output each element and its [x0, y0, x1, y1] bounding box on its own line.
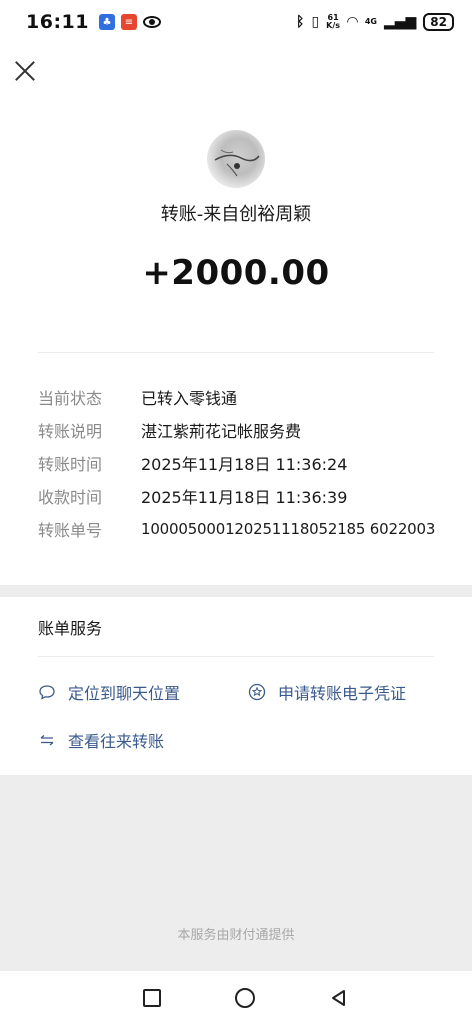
transfer-title: 转账-来自创裕周颖: [160, 204, 312, 225]
network-speed-unit: K/s: [326, 21, 341, 30]
apply-voucher-label: 申请转账电子凭证: [278, 684, 407, 703]
detail-value: 湛江紫荊花记帐服务费: [141, 421, 302, 441]
provider-text: 本服务由财付通提供: [177, 928, 295, 943]
chat-bubble-icon: [38, 683, 56, 701]
status-notification-icons: ♣ ≡: [98, 14, 161, 30]
detail-label: 转账时间: [38, 454, 103, 474]
detail-label: 当前状态: [38, 388, 103, 408]
transfer-amount: +2000.00: [142, 253, 330, 293]
detail-value: 100005000120251118052185 6022003: [141, 519, 436, 538]
system-navigation-bar: [0, 971, 472, 1024]
detail-value: 2025年11月18日 11:36:39: [141, 487, 348, 507]
detail-row-order-number: 转账单号 100005000120251118052185 6022003: [38, 512, 448, 545]
close-icon[interactable]: [12, 58, 38, 84]
app-notification-icon: ♣: [98, 14, 115, 30]
detail-row-transfer-time: 转账时间 2025年11月18日 11:36:24: [38, 446, 448, 479]
apply-voucher-link[interactable]: 申请转账电子凭证: [248, 680, 406, 704]
view-history-link[interactable]: 查看往来转账: [38, 728, 164, 752]
signal-label: 4G: [364, 17, 377, 26]
detail-row-note: 转账说明 湛江紫荊花记帐服务费: [38, 413, 448, 446]
swap-arrows-icon: [38, 731, 56, 749]
recent-apps-icon[interactable]: [143, 988, 161, 1007]
battery-icon: 82: [423, 13, 454, 31]
detail-row-receive-time: 收款时间 2025年11月18日 11:36:39: [38, 479, 448, 512]
view-history-label: 查看往来转账: [68, 732, 165, 751]
vibrate-icon: ▯: [311, 14, 320, 30]
status-indicators: ᛒ ▯ 61 K/s ◠ 4G ▂▄▆ 82: [296, 13, 454, 31]
status-time: 16:11: [26, 11, 89, 33]
divider: [38, 656, 434, 657]
bill-services-title: 账单服务: [38, 619, 103, 638]
certificate-icon: [248, 683, 266, 701]
section-separator: [0, 585, 472, 597]
news-notification-icon: ≡: [120, 14, 137, 30]
locate-chat-link[interactable]: 定位到聊天位置: [38, 680, 180, 704]
divider: [38, 352, 434, 353]
wifi-icon: ◠: [347, 14, 358, 30]
locate-chat-label: 定位到聊天位置: [68, 684, 181, 703]
detail-row-status: 当前状态 已转入零钱通: [38, 380, 448, 413]
detail-label: 转账说明: [38, 421, 103, 441]
avatar[interactable]: [207, 130, 265, 188]
transfer-details: 当前状态 已转入零钱通 转账说明 湛江紫荊花记帐服务费 转账时间 2025年11…: [38, 380, 448, 545]
detail-label: 收款时间: [38, 487, 103, 507]
network-speed: 61 K/s: [326, 14, 340, 30]
bluetooth-icon: ᛒ: [296, 14, 305, 30]
status-bar: 16:11 ♣ ≡ ᛒ ▯ 61 K/s ◠ 4G ▂▄▆ 82: [0, 0, 472, 44]
eye-icon: [142, 16, 161, 28]
home-icon[interactable]: [235, 987, 255, 1008]
detail-value: 已转入零钱通: [141, 388, 238, 408]
detail-value: 2025年11月18日 11:36:24: [141, 454, 348, 474]
avatar-image: [214, 149, 260, 177]
signal-bars-icon: ▂▄▆: [383, 14, 417, 30]
detail-label: 转账单号: [38, 520, 103, 540]
